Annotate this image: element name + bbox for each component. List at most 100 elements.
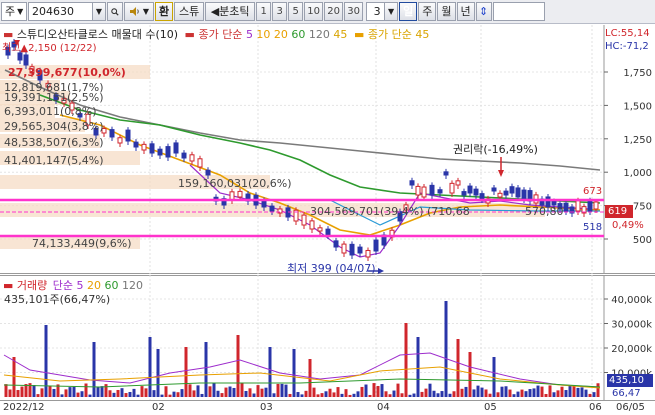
volume-bar: [412, 393, 416, 397]
candle-body: [173, 142, 179, 154]
volume-bar: [504, 386, 508, 397]
main-legend: ▬ 스튜디오산타클로스 매물대 수(10) ▬ 종가 단순 5 10 20 60…: [3, 28, 429, 41]
main-legend-title: 스튜디오산타클로스 매물대 수(10): [16, 28, 179, 41]
period-button-10[interactable]: 10: [304, 2, 324, 21]
candle-body: [429, 184, 435, 196]
volume-bar: [124, 393, 128, 397]
volume-bar: [192, 390, 196, 397]
market-select[interactable]: 주 ▼: [1, 2, 27, 21]
stock-button[interactable]: 스튜: [174, 2, 205, 21]
legend-marker-icon: ▬: [3, 279, 14, 292]
band-bottom-label: 518: [583, 222, 603, 233]
chevron-down-icon[interactable]: ▼: [384, 3, 398, 20]
volume-bar: [320, 393, 324, 397]
candle-body: [467, 185, 473, 194]
volume-bar: [112, 392, 116, 397]
volume-bar: [16, 390, 20, 397]
volume-bar: [32, 385, 36, 397]
volume-bar: [188, 384, 192, 397]
candle-body: [301, 214, 307, 226]
vp-label-3: 19,391,151(2,5%): [4, 91, 104, 104]
price-tick-label: 1,250: [623, 135, 652, 146]
code-dropdown-icon[interactable]: ▼: [92, 3, 105, 20]
band-top-label: 673: [583, 186, 603, 197]
year-button[interactable]: 년: [456, 2, 475, 21]
candle-body: [497, 192, 503, 198]
legend-marker-icon: ▬: [184, 28, 195, 41]
period-button-30[interactable]: 30: [344, 2, 364, 21]
current-price-pct: 0,49%: [612, 220, 644, 231]
candle-body: [325, 228, 331, 236]
volume-bar: [564, 390, 568, 397]
period-button-5[interactable]: 5: [288, 2, 304, 21]
period-buttons: 1 3 5 10 20 30: [256, 2, 364, 21]
candle-body: [333, 240, 339, 248]
vp-label-10: 74,133,449(9,6%): [32, 237, 132, 250]
candle-body: [125, 129, 131, 142]
period-button-20[interactable]: 20: [324, 2, 344, 21]
x-label: 03: [260, 402, 273, 413]
candle-body: [461, 191, 467, 196]
volume-legend: ▬ 거래량 단순 5 20 60 120: [3, 279, 143, 292]
volume-bar: [332, 392, 336, 397]
volume-bar: [136, 394, 140, 397]
candle-body: [205, 169, 211, 176]
volume-bar: [360, 386, 364, 397]
extra-input[interactable]: [492, 2, 545, 21]
day-button[interactable]: 일: [399, 2, 418, 21]
price-tick-label: 500: [633, 235, 652, 246]
period-button-1[interactable]: 1: [256, 2, 272, 21]
sound-icon[interactable]: ▼: [124, 2, 154, 21]
candle-body: [181, 152, 187, 159]
ma-period-120: 120: [305, 28, 330, 41]
candle-body: [309, 220, 315, 230]
minute-tick-button[interactable]: ◀분초틱: [205, 2, 256, 21]
volume-bar: [444, 301, 448, 397]
candle-body: [373, 239, 379, 252]
volume-bar: [48, 385, 52, 397]
volume-bar: [64, 389, 68, 397]
ma-period-20: 20: [270, 28, 288, 41]
rights-label: 권리락(-16,49%): [453, 143, 538, 156]
volume-bar: [212, 383, 216, 397]
x-label: 2022/12: [3, 402, 45, 413]
unit-button[interactable]: 환: [155, 2, 174, 21]
volume-bar: [480, 387, 484, 397]
volume-bar: [436, 393, 440, 397]
volume-bar: [20, 386, 24, 397]
volume-bar: [88, 394, 92, 397]
candle-body: [521, 189, 527, 200]
price-chart[interactable]: 1,750 1,500 1,250 1,000 750 500 ▬ 스튜디오산타클로스 매…: [0, 25, 655, 275]
candle-body: [473, 188, 479, 196]
volume-bar: [440, 391, 444, 397]
month-button[interactable]: 월: [437, 2, 456, 21]
x-label: 05: [484, 402, 497, 413]
price-tick-label: 1,000: [623, 168, 652, 179]
volume-bar: [592, 392, 596, 397]
period-button-3[interactable]: 3: [272, 2, 288, 21]
volume-chart[interactable]: 40,000k30,000k20,000k10,000k ▬ 거래량 단순 5 …: [0, 275, 655, 400]
volume-bar: [224, 387, 228, 397]
updown-arrow-icon[interactable]: ⇕: [475, 2, 492, 21]
volume-bar: [292, 349, 296, 397]
volume-current-label: 435,101주(66,47%): [4, 293, 111, 306]
volume-bar: [152, 390, 156, 397]
volume-bar: [264, 387, 268, 397]
volume-bar: [232, 387, 236, 397]
search-icon[interactable]: [107, 2, 123, 21]
volume-bar: [168, 394, 172, 397]
candle-body: [141, 143, 147, 151]
candle-body: [449, 182, 455, 194]
volume-bar: [484, 389, 488, 397]
week-button[interactable]: 주: [418, 2, 437, 21]
ma-period-60: 60: [287, 28, 306, 41]
volume-bar: [372, 383, 376, 397]
vp-label-4: 6,393,011(0,8%): [4, 105, 97, 118]
volume-bar: [500, 386, 504, 397]
volume-current-pct: 66,47: [612, 388, 641, 399]
volume-bar: [532, 388, 536, 397]
volume-bar: [488, 393, 492, 397]
count-value: 3: [373, 5, 381, 18]
code-input[interactable]: 204630 ▼: [28, 2, 106, 21]
count-select[interactable]: 3 ▼: [366, 2, 399, 21]
